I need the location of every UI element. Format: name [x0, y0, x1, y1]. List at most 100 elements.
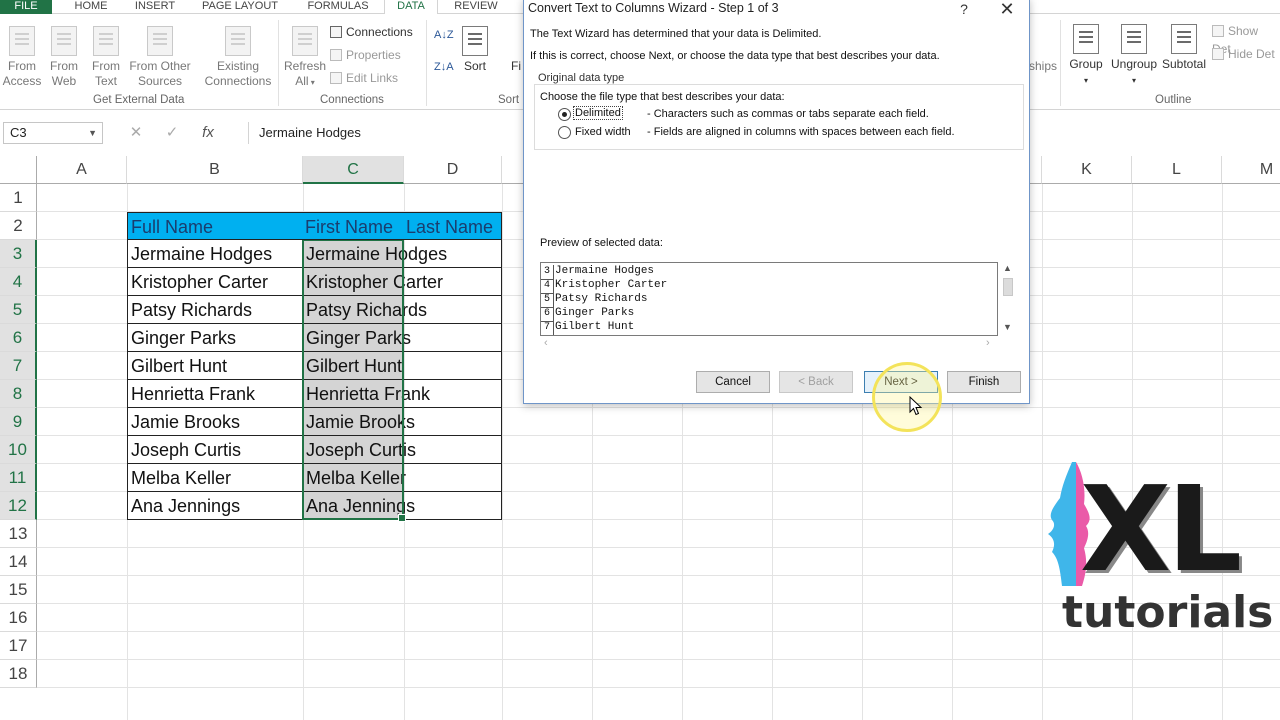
sort-button[interactable]: Sort	[458, 26, 492, 74]
cell-b6[interactable]: Ginger Parks	[127, 324, 303, 352]
filter-button-partial[interactable]: Fi	[508, 59, 524, 74]
row-header-12[interactable]: 12	[0, 492, 37, 520]
close-icon[interactable]: ✕	[996, 0, 1018, 19]
cell-b9[interactable]: Jamie Brooks	[127, 408, 303, 436]
tab-page-layout[interactable]: PAGE LAYOUT	[192, 0, 288, 14]
row-header-11[interactable]: 11	[0, 464, 37, 492]
tab-home[interactable]: HOME	[62, 0, 120, 14]
properties-button[interactable]: Properties	[330, 46, 401, 64]
next-button[interactable]: Next >	[864, 371, 938, 393]
cell-c5[interactable]: Patsy Richards	[303, 296, 427, 324]
cell-d6[interactable]	[403, 324, 502, 352]
fixed-width-radio[interactable]	[558, 126, 571, 139]
existing-connections-button[interactable]: Existing Connections	[202, 26, 274, 89]
cell-c7[interactable]: Gilbert Hunt	[303, 352, 404, 380]
row-header-9[interactable]: 9	[0, 408, 37, 436]
cell-c10[interactable]: Joseph Curtis	[303, 436, 416, 464]
from-access-button[interactable]: From Access	[2, 26, 42, 89]
row-header-14[interactable]: 14	[0, 548, 37, 576]
show-detail-button[interactable]: Show Det	[1212, 22, 1280, 56]
cell-d4[interactable]	[403, 268, 502, 296]
from-other-sources-button[interactable]: From Other Sources	[128, 26, 192, 89]
sort-za-icon[interactable]: Z↓A	[434, 58, 454, 76]
cell-d8[interactable]	[403, 380, 502, 408]
column-header-d[interactable]: D	[404, 156, 502, 184]
preview-vertical-scrollbar[interactable]: ▲ ▼	[1000, 262, 1016, 336]
hide-detail-button[interactable]: Hide Det	[1212, 45, 1275, 63]
row-header-13[interactable]: 13	[0, 520, 37, 548]
cell-d2[interactable]: Last Name	[403, 212, 502, 240]
cell-c8[interactable]: Henrietta Frank	[303, 380, 430, 408]
cell-b10[interactable]: Joseph Curtis	[127, 436, 303, 464]
group-button[interactable]: Group ▾	[1066, 24, 1106, 88]
from-text-button[interactable]: From Text	[86, 26, 126, 89]
refresh-all-button[interactable]: Refresh All ▾	[282, 26, 328, 90]
column-header-c[interactable]: C	[303, 156, 404, 184]
cell-b12[interactable]: Ana Jennings	[127, 492, 303, 520]
cell-c6[interactable]: Ginger Parks	[303, 324, 411, 352]
cell-d11[interactable]	[403, 464, 502, 492]
cell-c9[interactable]: Jamie Brooks	[303, 408, 415, 436]
scroll-up-icon[interactable]: ▲	[1003, 263, 1012, 273]
subtotal-button[interactable]: Subtotal	[1160, 24, 1208, 72]
scroll-left-icon[interactable]: ‹	[544, 337, 548, 349]
delimited-label[interactable]: Delimited	[573, 106, 623, 120]
cell-d7[interactable]	[403, 352, 502, 380]
row-header-10[interactable]: 10	[0, 436, 37, 464]
cancel-button[interactable]: Cancel	[696, 371, 770, 393]
edit-links-button[interactable]: Edit Links	[330, 69, 398, 87]
cell-c12[interactable]: Ana Jennings	[303, 492, 415, 520]
row-header-16[interactable]: 16	[0, 604, 37, 632]
cell-b8[interactable]: Henrietta Frank	[127, 380, 303, 408]
delimited-radio[interactable]	[558, 108, 571, 121]
ungroup-button[interactable]: Ungroup ▾	[1108, 24, 1160, 88]
scroll-right-icon[interactable]: ›	[986, 337, 990, 349]
confirm-entry-icon[interactable]: ✓	[154, 122, 190, 144]
row-header-2[interactable]: 2	[0, 212, 37, 240]
tab-review[interactable]: REVIEW	[446, 0, 506, 14]
row-header-18[interactable]: 18	[0, 660, 37, 688]
row-header-8[interactable]: 8	[0, 380, 37, 408]
column-header-l[interactable]: L	[1132, 156, 1222, 184]
scroll-thumb[interactable]	[1003, 278, 1013, 296]
fixed-width-label[interactable]: Fixed width	[575, 126, 631, 138]
cell-b2[interactable]: Full Name	[127, 212, 303, 240]
cell-c11[interactable]: Melba Keller	[303, 464, 406, 492]
select-all-corner[interactable]	[0, 156, 37, 184]
cancel-entry-icon[interactable]: ✕	[118, 122, 154, 144]
cell-d12[interactable]	[403, 492, 502, 520]
row-header-15[interactable]: 15	[0, 576, 37, 604]
row-header-7[interactable]: 7	[0, 352, 37, 380]
row-header-5[interactable]: 5	[0, 296, 37, 324]
cell-b11[interactable]: Melba Keller	[127, 464, 303, 492]
tab-insert[interactable]: INSERT	[124, 0, 186, 14]
cell-c4[interactable]: Kristopher Carter	[303, 268, 443, 296]
cell-c3[interactable]: Jermaine Hodges	[303, 240, 447, 268]
row-header-4[interactable]: 4	[0, 268, 37, 296]
data-preview[interactable]: 3 Jermaine Hodges 4 Kristopher Carter 5 Patsy…	[540, 262, 998, 336]
preview-horizontal-scrollbar[interactable]: ‹ ›	[540, 337, 998, 351]
column-header-m[interactable]: M	[1222, 156, 1280, 184]
cell-b5[interactable]: Patsy Richards	[127, 296, 303, 324]
row-header-1[interactable]: 1	[0, 184, 37, 212]
help-icon[interactable]: ?	[956, 1, 972, 17]
column-header-a[interactable]: A	[37, 156, 127, 184]
insert-function-icon[interactable]: fx	[190, 122, 226, 144]
column-header-k[interactable]: K	[1042, 156, 1132, 184]
scroll-down-icon[interactable]: ▼	[1003, 322, 1012, 332]
cell-c2[interactable]: First Name	[302, 212, 404, 240]
tab-data[interactable]: DATA	[384, 0, 438, 14]
tab-file[interactable]: FILE	[0, 0, 52, 14]
tab-formulas[interactable]: FORMULAS	[296, 0, 380, 14]
cell-b4[interactable]: Kristopher Carter	[127, 268, 303, 296]
row-header-3[interactable]: 3	[0, 240, 37, 268]
back-button[interactable]: < Back	[779, 371, 853, 393]
connections-button[interactable]: Connections	[330, 23, 413, 41]
cell-d5[interactable]	[403, 296, 502, 324]
cell-b3[interactable]: Jermaine Hodges	[127, 240, 303, 268]
cell-d3[interactable]	[403, 240, 502, 268]
column-header-b[interactable]: B	[127, 156, 303, 184]
cell-d10[interactable]	[403, 436, 502, 464]
chevron-down-icon[interactable]: ▼	[88, 123, 97, 143]
row-header-6[interactable]: 6	[0, 324, 37, 352]
